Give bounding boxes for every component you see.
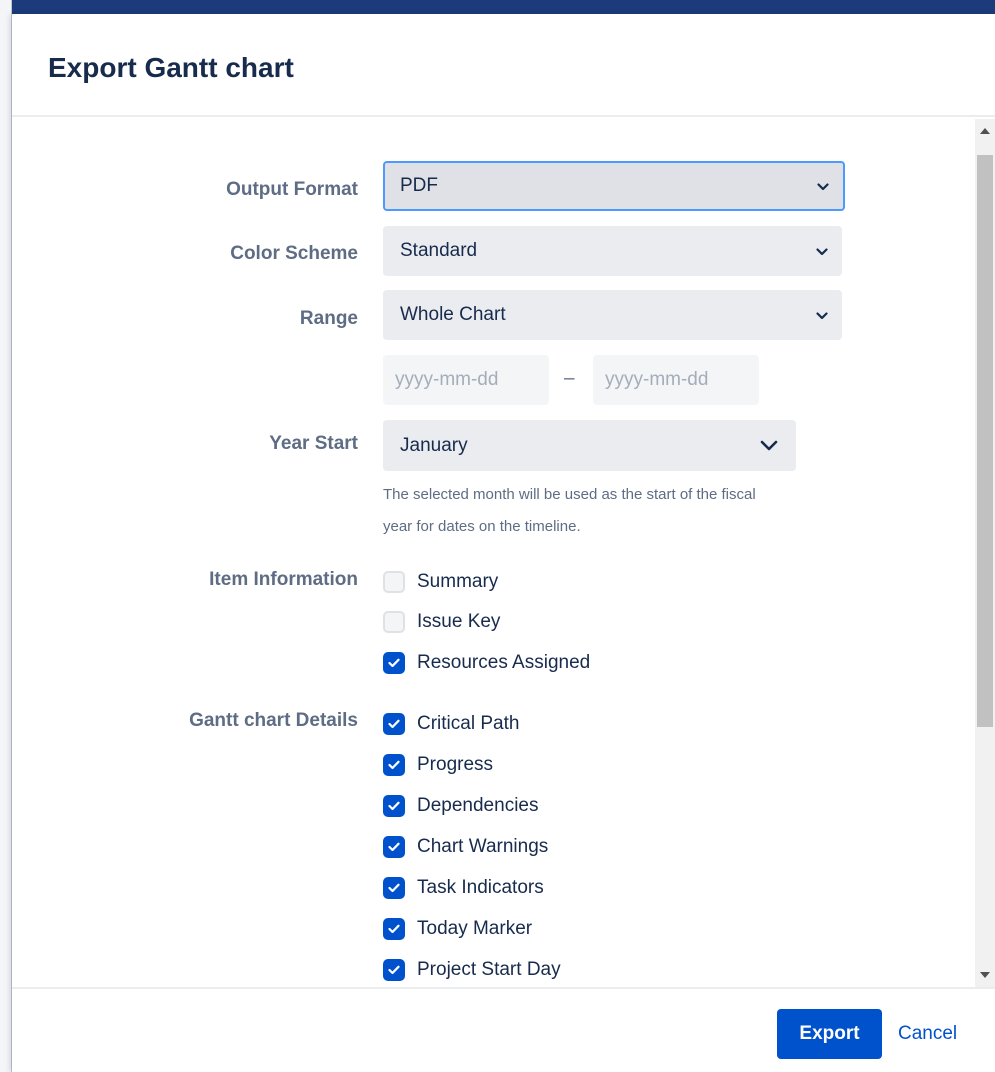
color-scheme-value: Standard (400, 240, 478, 261)
check-icon[interactable] (383, 652, 405, 674)
chevron-down-icon (817, 175, 829, 197)
range-value: Whole Chart (400, 304, 506, 325)
checkbox-today-marker[interactable]: Today Marker (383, 915, 532, 943)
year-start-select[interactable]: January (383, 420, 796, 471)
check-icon[interactable] (383, 754, 405, 776)
checkbox-label: Critical Path (417, 713, 520, 734)
chevron-down-icon (816, 304, 828, 326)
check-icon[interactable] (383, 877, 405, 899)
dialog-body[interactable]: Output Format PDF Color Scheme Standard … (12, 119, 975, 987)
color-scheme-label: Color Scheme (230, 243, 358, 264)
checkbox-critical-path[interactable]: Critical Path (383, 710, 519, 738)
check-icon[interactable] (383, 795, 405, 817)
checkbox-label: Dependencies (417, 795, 539, 816)
chevron-down-icon (816, 240, 828, 262)
checkbox-label: Project Start Day (417, 959, 561, 980)
output-format-label: Output Format (226, 179, 358, 200)
output-format-select[interactable]: PDF (383, 161, 845, 211)
dialog-footer: Export Cancel (12, 987, 995, 1072)
checkbox-dependencies[interactable]: Dependencies (383, 792, 538, 820)
check-icon[interactable] (383, 713, 405, 735)
checkbox-chart-warnings[interactable]: Chart Warnings (383, 833, 548, 861)
date-range-separator: – (564, 368, 575, 389)
export-dialog: Export Gantt chart Output Format PDF Col… (12, 14, 995, 1072)
cancel-button[interactable]: Cancel (898, 1009, 957, 1059)
checkbox-progress[interactable]: Progress (383, 751, 493, 779)
year-start-help-line: year for dates on the timeline. (383, 518, 581, 535)
export-button[interactable]: Export (777, 1009, 882, 1059)
color-scheme-select[interactable]: Standard (383, 226, 842, 276)
item-information-label: Item Information (209, 569, 358, 590)
year-start-value: January (400, 434, 468, 456)
chevron-down-icon (760, 435, 778, 457)
checkbox-label: Summary (417, 571, 499, 592)
check-icon[interactable] (383, 836, 405, 858)
year-start-label: Year Start (269, 433, 358, 454)
check-icon[interactable] (383, 959, 405, 981)
scrollbar-thumb[interactable] (977, 155, 993, 727)
range-end-date-input[interactable]: yyyy-mm-dd (593, 355, 759, 405)
checkbox-label: Chart Warnings (417, 836, 549, 857)
checkbox-label: Task Indicators (417, 877, 544, 898)
checkbox-issue-key[interactable]: Issue Key (383, 608, 500, 636)
gantt-details-label: Gantt chart Details (189, 710, 358, 731)
checkbox-label: Today Marker (417, 918, 533, 939)
range-select[interactable]: Whole Chart (383, 290, 842, 340)
checkbox-label: Issue Key (417, 611, 501, 632)
check-icon[interactable] (383, 918, 405, 940)
range-end-placeholder: yyyy-mm-dd (605, 369, 709, 390)
dialog-title: Export Gantt chart (48, 52, 294, 83)
background-page-strip (0, 0, 12, 1072)
range-start-placeholder: yyyy-mm-dd (395, 369, 499, 390)
checkbox-task-indicators[interactable]: Task Indicators (383, 874, 544, 902)
output-format-value: PDF (400, 175, 438, 196)
dialog-scrollbar[interactable] (975, 119, 995, 987)
checkbox-resources-assigned[interactable]: Resources Assigned (383, 649, 590, 677)
checkbox-box[interactable] (383, 571, 405, 593)
range-label: Range (299, 308, 358, 329)
checkbox-project-start-day[interactable]: Project Start Day (383, 956, 561, 984)
year-start-help-text: The selected month will be used as the s… (383, 479, 853, 543)
scroll-down-arrow-icon[interactable] (975, 965, 995, 985)
checkbox-label: Resources Assigned (417, 652, 591, 673)
checkbox-label: Progress (417, 754, 494, 775)
scroll-up-arrow-icon[interactable] (975, 121, 995, 141)
checkbox-summary[interactable]: Summary (383, 568, 498, 596)
checkbox-box[interactable] (383, 611, 405, 633)
year-start-help-line: The selected month will be used as the s… (383, 486, 756, 503)
dialog-header: Export Gantt chart (12, 14, 995, 117)
top-band (0, 0, 995, 14)
range-start-date-input[interactable]: yyyy-mm-dd (383, 355, 549, 405)
